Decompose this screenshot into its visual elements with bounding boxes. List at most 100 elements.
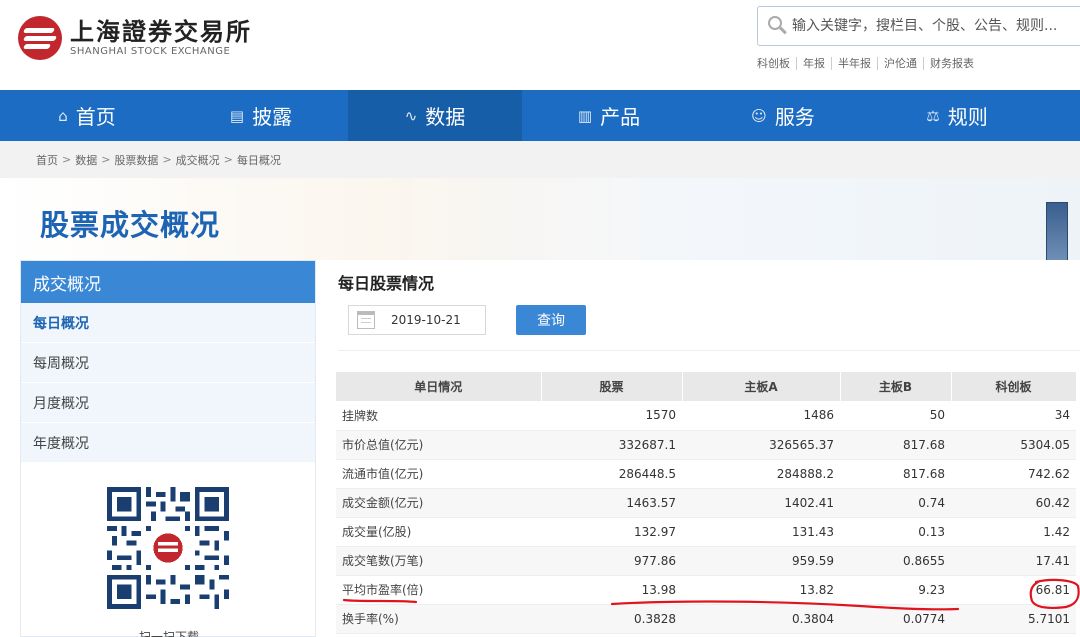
nav-label: 规则 <box>947 105 988 129</box>
breadcrumb-trade-overview[interactable]: 成交概况 <box>176 152 220 168</box>
chevron-right-icon: > <box>62 153 72 166</box>
table-cell: 5304.05 <box>951 430 1076 460</box>
qr-code-icon <box>107 487 229 609</box>
row-label: 成交量(亿股) <box>336 517 541 547</box>
table-row: 成交量(亿股) 132.97 131.43 0.13 1.42 <box>336 517 1076 547</box>
table-cell: 1570 <box>541 401 682 431</box>
chevron-right-icon: > <box>223 153 233 166</box>
sidebar: 成交概况 每日概况 每周概况 月度概况 年度概况 扫一扫下载 <box>20 260 316 637</box>
table-cell: 959.59 <box>682 546 840 576</box>
sse-logo-icon <box>18 16 62 60</box>
quick-link-financial-statements[interactable]: 财务报表 <box>923 57 980 70</box>
table-cell: 66.81 <box>951 575 1076 605</box>
calendar-icon[interactable] <box>357 311 375 329</box>
nav-label: 披露 <box>252 105 293 129</box>
date-value: 2019-10-21 <box>391 313 461 327</box>
search-box[interactable] <box>757 6 1080 46</box>
table-cell: 0.0774 <box>840 604 951 634</box>
search-icon[interactable] <box>768 16 788 36</box>
logo-chinese-name: 上海證券交易所 <box>70 17 252 46</box>
daily-stock-table: 单日情况 股票 主板A 主板B 科创板 挂牌数 1570 1486 50 34 … <box>336 372 1077 634</box>
main-panel: 每日股票情况 2019-10-21 查询 单日情况 股票 主板A 主板B 科创板… <box>326 260 1080 637</box>
table-row: 挂牌数 1570 1486 50 34 <box>336 401 1076 431</box>
quick-link-star-market[interactable]: 科创板 <box>757 57 796 70</box>
nav-rules[interactable]: ⚖ 规则 <box>870 90 1044 141</box>
column-header: 单日情况 <box>336 372 542 401</box>
table-row: 成交笔数(万笔) 977.86 959.59 0.8655 17.41 <box>336 546 1076 576</box>
page-banner: 股票成交概况 <box>0 178 1080 262</box>
scale-icon: ⚖ <box>926 106 940 125</box>
table-cell: 34 <box>951 401 1076 431</box>
column-header: 科创板 <box>951 372 1077 401</box>
nav-services[interactable]: ☺ 服务 <box>696 90 870 141</box>
row-label: 挂牌数 <box>336 401 541 431</box>
nav-products[interactable]: ▥ 产品 <box>522 90 696 141</box>
breadcrumb-data[interactable]: 数据 <box>75 152 97 168</box>
breadcrumb-home[interactable]: 首页 <box>36 152 58 168</box>
sidebar-item-yearly[interactable]: 年度概况 <box>21 423 315 463</box>
date-picker[interactable]: 2019-10-21 <box>348 305 486 335</box>
table-cell: 132.97 <box>541 517 682 547</box>
table-cell: 1486 <box>682 401 840 431</box>
quick-links: 科创板 年报 半年报 沪伦通 财务报表 <box>757 57 980 70</box>
tower-image <box>1046 202 1068 262</box>
breadcrumb-stock-data[interactable]: 股票数据 <box>114 152 158 168</box>
column-header: 主板B <box>840 372 952 401</box>
nav-disclosure[interactable]: ▤ 披露 <box>174 90 348 141</box>
user-icon: ☺ <box>751 106 767 125</box>
table-cell: 326565.37 <box>682 430 840 460</box>
table-cell: 1463.57 <box>541 488 682 518</box>
table-cell: 13.98 <box>541 575 682 605</box>
table-row: 换手率(%) 0.3828 0.3804 0.0774 5.7101 <box>336 604 1076 634</box>
table-cell: 817.68 <box>840 430 951 460</box>
qr-caption: 扫一扫下载 <box>138 630 199 637</box>
quick-link-annual-report[interactable]: 年报 <box>796 57 831 70</box>
table-header-row: 单日情况 股票 主板A 主板B 科创板 <box>336 372 1077 401</box>
table-cell: 5.7101 <box>951 604 1076 634</box>
home-icon: ⌂ <box>58 106 68 125</box>
table-cell: 0.3804 <box>682 604 840 634</box>
sidebar-item-weekly[interactable]: 每周概况 <box>21 343 315 383</box>
query-button[interactable]: 查询 <box>516 305 586 335</box>
table-row: 市价总值(亿元) 332687.1 326565.37 817.68 5304.… <box>336 430 1076 460</box>
nav-home[interactable]: ⌂ 首页 <box>0 90 174 141</box>
site-header: 上海證券交易所 SHANGHAI STOCK EXCHANGE 科创板 年报 半… <box>0 0 1080 90</box>
breadcrumb: 首页 > 数据 > 股票数据 > 成交概况 > 每日概况 <box>0 141 1080 178</box>
row-label: 成交笔数(万笔) <box>336 546 541 576</box>
quick-link-semiannual-report[interactable]: 半年报 <box>831 57 877 70</box>
table-cell: 13.82 <box>682 575 840 605</box>
table-cell: 1402.41 <box>682 488 840 518</box>
column-header: 主板A <box>682 372 841 401</box>
table-cell: 742.62 <box>951 459 1076 489</box>
chevron-right-icon: > <box>101 153 111 166</box>
table-cell: 17.41 <box>951 546 1076 576</box>
table-row: 流通市值(亿元) 286448.5 284888.2 817.68 742.62 <box>336 459 1076 489</box>
table-cell: 332687.1 <box>541 430 682 460</box>
table-row-highlighted: 平均市盈率(倍) 13.98 13.82 9.23 66.81 <box>336 575 1076 605</box>
panel-title: 每日股票情况 <box>338 274 435 293</box>
nav-data[interactable]: ∿ 数据 <box>348 90 522 141</box>
sidebar-heading[interactable]: 成交概况 <box>21 261 315 303</box>
nav-label: 服务 <box>774 105 815 129</box>
search-input[interactable] <box>792 18 1080 34</box>
table-cell: 50 <box>840 401 951 431</box>
sse-logo[interactable]: 上海證券交易所 SHANGHAI STOCK EXCHANGE <box>18 16 252 60</box>
table-cell: 0.74 <box>840 488 951 518</box>
table-cell: 977.86 <box>541 546 682 576</box>
row-label: 流通市值(亿元) <box>336 459 541 489</box>
sidebar-item-monthly[interactable]: 月度概况 <box>21 383 315 423</box>
table-cell: 60.42 <box>951 488 1076 518</box>
breadcrumb-daily-overview: 每日概况 <box>236 153 281 167</box>
sidebar-item-daily[interactable]: 每日概况 <box>21 303 315 343</box>
row-label: 换手率(%) <box>336 604 541 634</box>
page-title: 股票成交概况 <box>40 208 221 242</box>
table-cell: 0.13 <box>840 517 951 547</box>
row-label: 成交金额(亿元) <box>336 488 541 518</box>
column-header: 股票 <box>541 372 683 401</box>
main-nav: ⌂ 首页 ▤ 披露 ∿ 数据 ▥ 产品 ☺ 服务 ⚖ 规则 <box>0 90 1080 141</box>
table-cell: 284888.2 <box>682 459 840 489</box>
divider <box>338 350 1080 351</box>
table-cell: 817.68 <box>840 459 951 489</box>
row-label: 平均市盈率(倍) <box>336 575 541 605</box>
quick-link-shanghai-london-connect[interactable]: 沪伦通 <box>877 57 923 70</box>
